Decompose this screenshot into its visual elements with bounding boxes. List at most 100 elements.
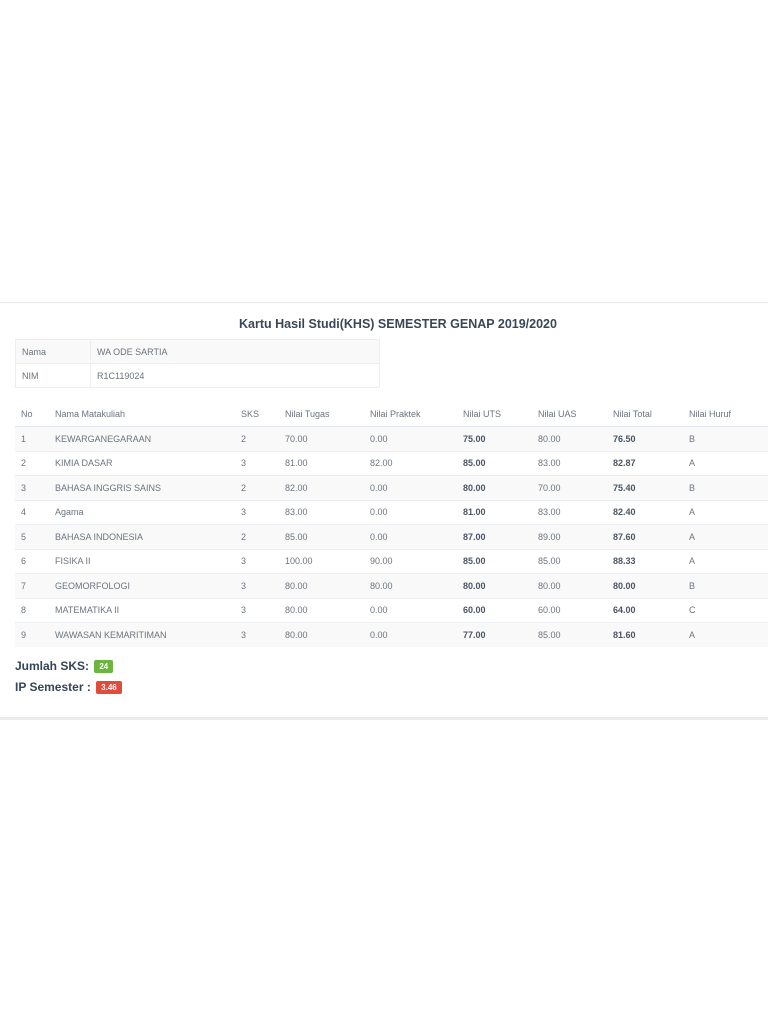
total-sks-label: Jumlah SKS: [15, 659, 90, 673]
table-cell: 85.00 [457, 548, 532, 574]
ip-semester-label: IP Semester : [15, 680, 91, 694]
table-cell: 60.00 [457, 597, 532, 623]
table-cell: 7 [15, 573, 49, 598]
table-row: 4 Agama 3 83.00 0.00 81.00 83.00 82.40 A [15, 499, 768, 525]
table-cell: 3 [15, 475, 49, 500]
grades-header-row: No Nama Matakuliah SKS Nilai Tugas Nilai Pra… [15, 402, 768, 427]
table-cell: C [683, 597, 768, 623]
table-cell: 85.00 [532, 622, 607, 647]
table-cell: 81.00 [279, 450, 364, 476]
table-row: 9 WAWASAN KEMARITIMAN 3 80.00 0.00 77.00 85.00… [15, 622, 768, 647]
table-cell: A [683, 499, 768, 525]
table-row: 7 GEOMORFOLOGI 3 80.00 80.00 80.00 80.00 80.00 B [15, 573, 768, 598]
table-cell: WAWASAN KEMARITIMAN [49, 622, 235, 647]
table-cell: 80.00 [364, 573, 457, 598]
table-cell: 0.00 [364, 426, 457, 451]
column-header: Nilai Praktek [364, 402, 457, 427]
table-cell: 83.00 [532, 499, 607, 525]
table-cell: 80.00 [532, 573, 607, 598]
table-cell: 85.00 [457, 450, 532, 476]
table-cell: BAHASA INGGRIS SAINS [49, 475, 235, 500]
table-cell: 87.60 [607, 524, 683, 549]
table-cell: 3 [235, 450, 279, 476]
table-cell: 87.00 [457, 524, 532, 549]
table-cell: 5 [15, 524, 49, 549]
table-cell: A [683, 548, 768, 574]
table-cell: 2 [235, 475, 279, 500]
table-cell: KIMIA DASAR [49, 450, 235, 476]
table-cell: 9 [15, 622, 49, 647]
column-header: Nilai UAS [532, 402, 607, 427]
table-cell: 70.00 [532, 475, 607, 500]
table-cell: 89.00 [532, 524, 607, 549]
table-cell: 82.00 [279, 475, 364, 500]
table-cell: KEWARGANEGARAAN [49, 426, 235, 451]
table-cell: 2 [15, 450, 49, 476]
table-cell: 0.00 [364, 597, 457, 623]
table-cell: 90.00 [364, 548, 457, 574]
column-header: No [15, 402, 49, 427]
table-cell: 80.00 [279, 597, 364, 623]
table-row: 8 MATEMATIKA II 3 80.00 0.00 60.00 60.00 64.00 C [15, 597, 768, 623]
grades-body: 1 KEWARGANEGARAAN 2 70.00 0.00 75.00 80.00 76.5… [15, 426, 768, 647]
table-cell: 88.33 [607, 548, 683, 574]
table-cell: 83.00 [532, 450, 607, 476]
student-nim-row: NIM R1C119024 [15, 363, 380, 388]
table-cell: B [683, 475, 768, 500]
table-row: 2 KIMIA DASAR 3 81.00 82.00 85.00 83.00 82.87 A [15, 450, 768, 476]
student-name-row: Nama WA ODE SARTIA [15, 339, 380, 364]
table-cell: 4 [15, 499, 49, 525]
table-cell: 0.00 [364, 524, 457, 549]
nim-value: R1C119024 [90, 363, 380, 388]
table-row: 5 BAHASA INDONESIA 2 85.00 0.00 87.00 89.00 87.… [15, 524, 768, 549]
table-cell: 2 [235, 426, 279, 451]
table-cell: 0.00 [364, 622, 457, 647]
table-cell: BAHASA INDONESIA [49, 524, 235, 549]
table-cell: 80.00 [532, 426, 607, 451]
page-title: Kartu Hasil Studi(KHS) SEMESTER GENAP 20… [239, 317, 557, 331]
table-cell: MATEMATIKA II [49, 597, 235, 623]
student-info-table: Nama WA ODE SARTIA NIM R1C119024 [15, 339, 380, 388]
table-cell: 76.50 [607, 426, 683, 451]
table-cell: GEOMORFOLOGI [49, 573, 235, 598]
table-cell: 64.00 [607, 597, 683, 623]
table-cell: B [683, 573, 768, 598]
table-cell: 80.00 [279, 622, 364, 647]
khs-card: Kartu Hasil Studi(KHS) SEMESTER GENAP 20… [0, 302, 768, 720]
table-cell: 3 [235, 622, 279, 647]
table-cell: 60.00 [532, 597, 607, 623]
ip-semester-badge: 3.46 [96, 681, 122, 695]
table-cell: B [683, 426, 768, 451]
table-cell: Agama [49, 499, 235, 525]
table-cell: 85.00 [532, 548, 607, 574]
table-cell: 85.00 [279, 524, 364, 549]
table-cell: 75.40 [607, 475, 683, 500]
column-header: Nilai Total [607, 402, 683, 427]
table-cell: FISIKA II [49, 548, 235, 574]
column-header: Nilai Tugas [279, 402, 364, 427]
table-cell: 2 [235, 524, 279, 549]
ip-semester: IP Semester : 3.46 [15, 680, 122, 695]
table-cell: 0.00 [364, 475, 457, 500]
table-cell: 80.00 [457, 573, 532, 598]
table-cell: 80.00 [279, 573, 364, 598]
table-cell: A [683, 622, 768, 647]
table-cell: 81.00 [457, 499, 532, 525]
table-cell: 3 [235, 499, 279, 525]
table-row: 1 KEWARGANEGARAAN 2 70.00 0.00 75.00 80.00 76.5… [15, 426, 768, 451]
table-cell: 100.00 [279, 548, 364, 574]
column-header: Nilai Huruf [683, 402, 768, 427]
name-value: WA ODE SARTIA [90, 339, 380, 364]
table-cell: 83.00 [279, 499, 364, 525]
total-sks-badge: 24 [94, 660, 114, 674]
table-cell: 6 [15, 548, 49, 574]
nim-label: NIM [15, 363, 91, 388]
table-cell: 3 [235, 573, 279, 598]
grades-table: No Nama Matakuliah SKS Nilai Tugas Nilai Pra… [15, 402, 768, 647]
column-header: SKS [235, 402, 279, 427]
table-cell: 1 [15, 426, 49, 451]
table-cell: 80.00 [607, 573, 683, 598]
table-cell: 75.00 [457, 426, 532, 451]
column-header: Nilai UTS [457, 402, 532, 427]
table-cell: 3 [235, 597, 279, 623]
